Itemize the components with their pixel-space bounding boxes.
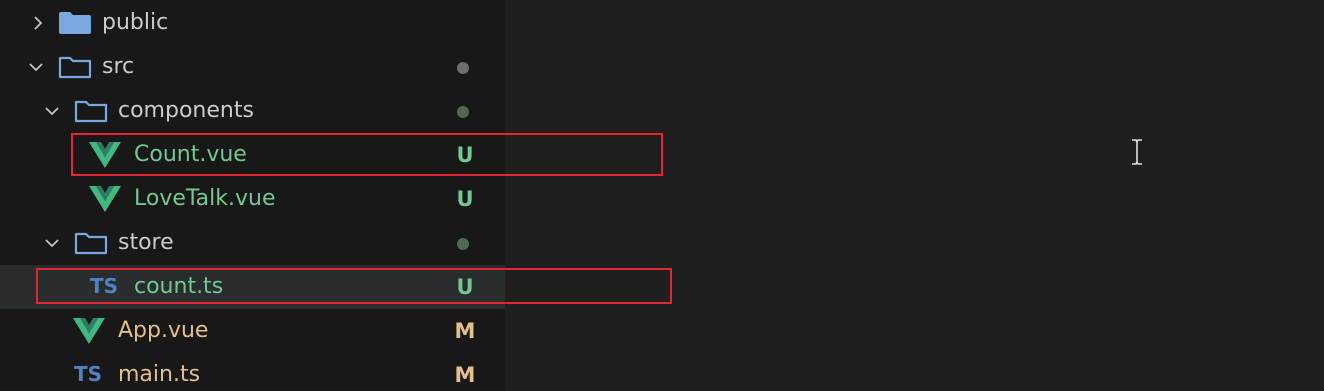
screen: public src components Count.vue U LoveTa… [0, 0, 1324, 391]
tree-item-src[interactable]: src [0, 45, 505, 89]
folder-open-icon [58, 56, 92, 79]
vue-icon [73, 318, 105, 344]
tree-item-main-ts[interactable]: TS main.ts M [0, 353, 505, 391]
tree-item-label: LoveTalk.vue [134, 186, 276, 211]
tree-item-label: App.vue [118, 318, 209, 343]
tree-item-label: src [102, 54, 135, 79]
git-status-modified: M [454, 363, 476, 387]
git-status-modified: M [454, 319, 476, 343]
status-dot [457, 62, 469, 74]
typescript-icon: TS [74, 362, 103, 386]
tree-item-store[interactable]: store [0, 221, 505, 265]
tree-item-label: store [118, 230, 174, 255]
highlight-box-count-vue [71, 133, 663, 176]
status-dot [457, 238, 469, 250]
git-status-untracked: U [456, 187, 474, 211]
chevron-down-icon[interactable] [44, 235, 60, 251]
chevron-down-icon[interactable] [44, 103, 60, 119]
highlight-box-count-ts [36, 268, 672, 304]
tree-item-label: main.ts [118, 362, 201, 387]
file-explorer: public src components Count.vue U LoveTa… [0, 0, 505, 391]
chevron-right-icon[interactable] [30, 15, 46, 31]
tree-item-label: components [118, 98, 254, 123]
editor-area[interactable] [505, 0, 1324, 391]
tree-item-lovetalk-vue[interactable]: LoveTalk.vue U [0, 177, 505, 221]
tree-item-app-vue[interactable]: App.vue M [0, 309, 505, 353]
folder-open-icon [74, 100, 108, 123]
tree-item-label: public [102, 10, 169, 35]
tree-item-public[interactable]: public [0, 1, 505, 45]
text-cursor-icon [1132, 139, 1142, 165]
folder-open-icon [74, 232, 108, 255]
tree-item-components[interactable]: components [0, 89, 505, 133]
vue-icon [89, 186, 121, 212]
chevron-down-icon[interactable] [28, 59, 44, 75]
folder-closed-icon [59, 12, 91, 34]
status-dot [457, 106, 469, 118]
